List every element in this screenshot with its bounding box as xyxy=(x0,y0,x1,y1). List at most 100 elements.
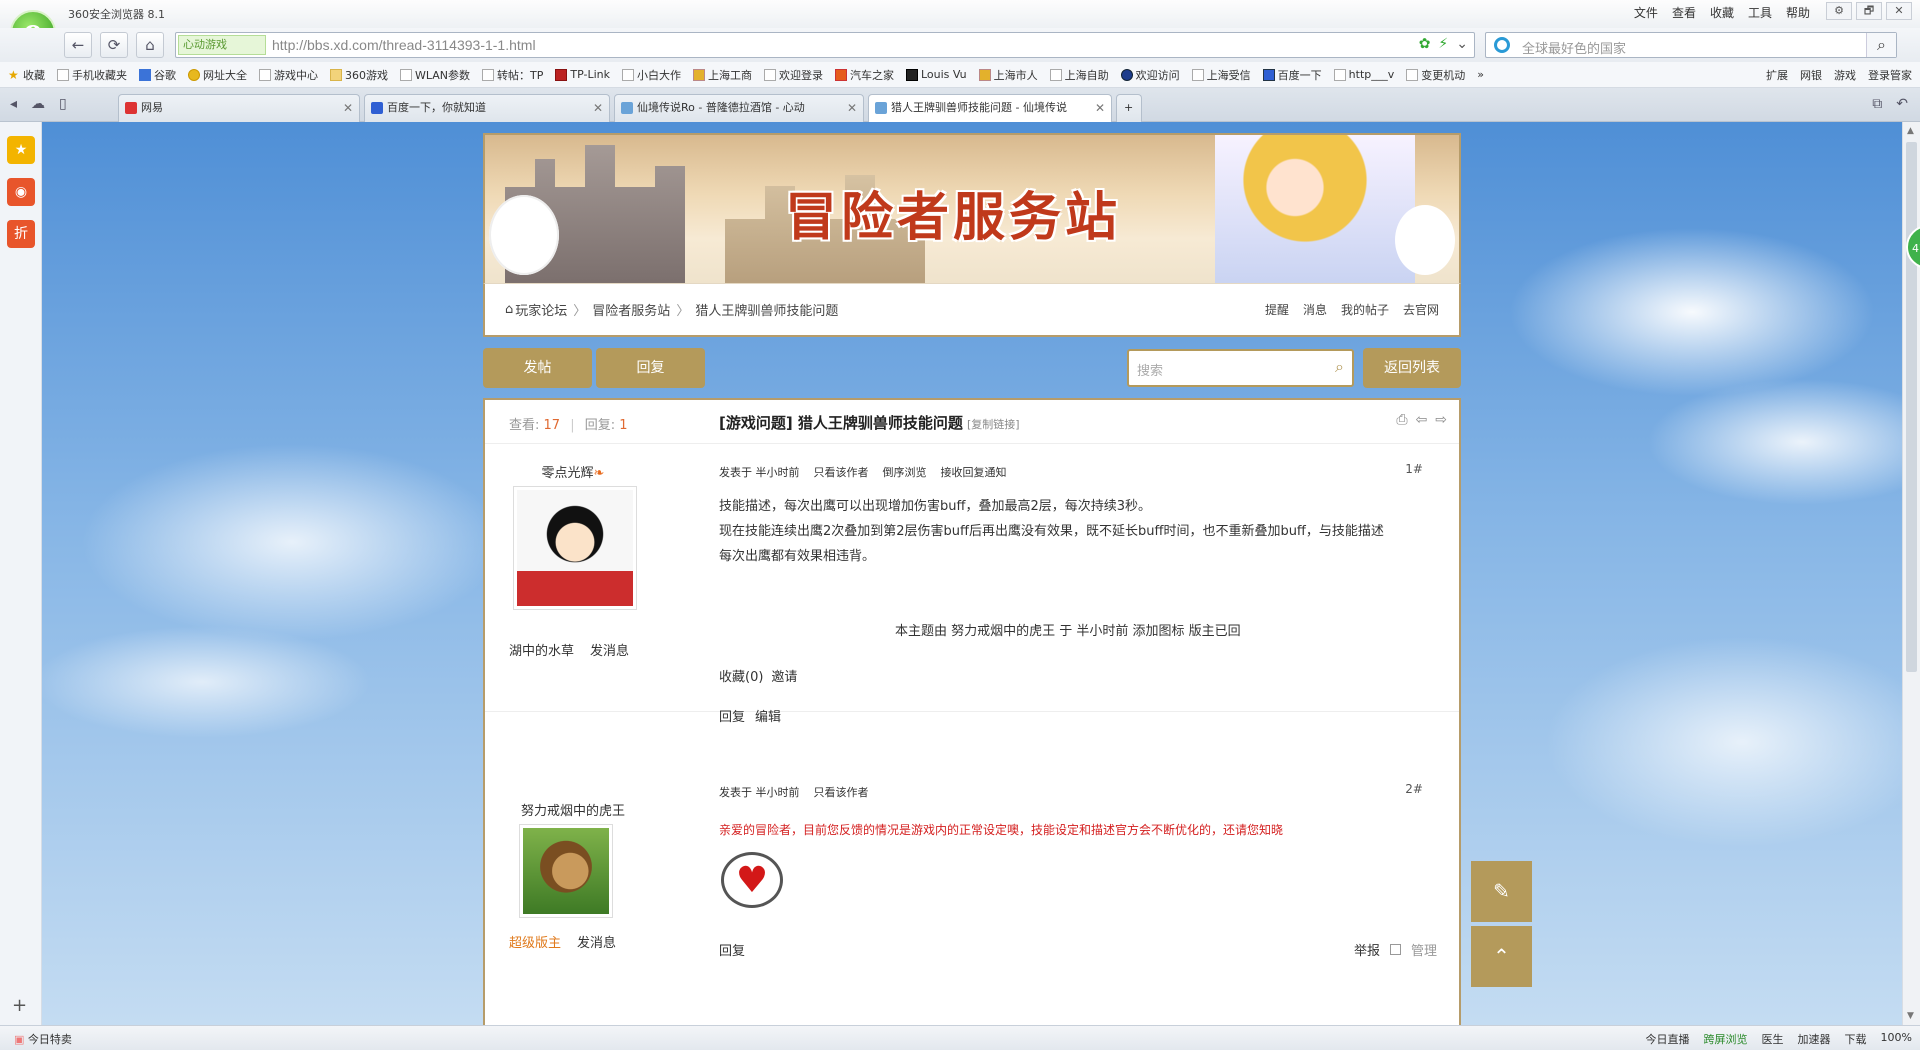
reverse-order-link[interactable]: 倒序浏览 xyxy=(883,464,927,480)
bookmark-item[interactable]: TP-Link xyxy=(555,68,610,81)
back-arrow-icon[interactable]: ← xyxy=(64,32,92,58)
menu-help[interactable]: 帮助 xyxy=(1786,4,1810,21)
new-tab-button[interactable]: + xyxy=(1116,94,1142,122)
tab-ro-tavern[interactable]: 仙境传说Ro - 普隆德拉酒馆 - 心动 ✕ xyxy=(614,94,864,122)
extensions-button[interactable]: 扩展 xyxy=(1766,67,1788,83)
bookmark-item[interactable]: 小白大作 xyxy=(621,67,681,83)
bookmark-item[interactable]: 百度一下 xyxy=(1262,67,1322,83)
search-icon[interactable]: ⌕ xyxy=(1866,33,1896,57)
close-icon[interactable]: ✕ xyxy=(593,95,603,121)
search-engine-icon[interactable] xyxy=(1494,37,1510,53)
reply-link[interactable]: 回复 xyxy=(719,706,745,725)
sidebar-toggle-icon[interactable]: ◂ xyxy=(10,96,17,112)
menu-file[interactable]: 文件 xyxy=(1634,4,1658,21)
doctor-button[interactable]: 医生 xyxy=(1762,1031,1784,1047)
bookmark-item[interactable]: 360游戏 xyxy=(330,67,388,83)
search-box[interactable]: 全球最好色的国家 ⌕ xyxy=(1485,32,1897,58)
copy-link[interactable]: [复制链接] xyxy=(967,418,1020,431)
breadcrumb-board[interactable]: 冒险者服务站 xyxy=(592,300,670,319)
bookmark-item[interactable]: 欢迎登录 xyxy=(763,67,823,83)
bookmark-item[interactable]: 谷歌 xyxy=(139,67,176,83)
bookmark-item[interactable]: WLAN参数 xyxy=(400,67,470,83)
chevron-down-icon[interactable]: ⌄ xyxy=(1456,36,1468,52)
report-link[interactable]: 举报 xyxy=(1354,940,1380,959)
send-message-link[interactable]: 发消息 xyxy=(590,640,629,659)
more-bookmarks-icon[interactable]: » xyxy=(1477,68,1484,81)
undo-icon[interactable]: ↶ xyxy=(1896,96,1908,112)
reply-button[interactable]: 回复 xyxy=(596,348,705,388)
close-icon[interactable]: ✕ xyxy=(1095,95,1105,121)
manage-checkbox[interactable] xyxy=(1389,944,1401,955)
tab-baidu[interactable]: 百度一下，你就知道 ✕ xyxy=(364,94,610,122)
next-thread-icon[interactable]: ⇨ xyxy=(1435,412,1447,428)
weibo-icon[interactable]: ◉ xyxy=(7,178,35,206)
send-message-link[interactable]: 发消息 xyxy=(577,932,616,951)
add-icon[interactable]: + xyxy=(12,995,27,1016)
security-icon[interactable]: ✿ xyxy=(1419,36,1431,52)
ebank-button[interactable]: 网银 xyxy=(1800,67,1822,83)
close-icon[interactable]: ✕ xyxy=(847,95,857,121)
bookmark-item[interactable]: 网址大全 xyxy=(188,67,247,83)
scroll-up-icon[interactable]: ▲ xyxy=(1907,126,1914,136)
floor-number[interactable]: 1# xyxy=(1405,462,1423,476)
bookmark-item[interactable]: ★ 收藏 xyxy=(8,67,45,83)
avatar[interactable] xyxy=(513,486,637,610)
back-to-top-icon[interactable]: ⌃ xyxy=(1471,926,1532,987)
site-badge[interactable]: 心动游戏 xyxy=(178,35,266,55)
bookmark-item[interactable]: 转帖：TP xyxy=(482,67,543,83)
author-name[interactable]: 零点光辉❧ xyxy=(509,462,637,481)
tab-list-icon[interactable]: ⧉ xyxy=(1872,96,1882,112)
author-name[interactable]: 努力戒烟中的虎王 xyxy=(509,800,637,819)
daily-deals-link[interactable]: ▣ 今日特卖 xyxy=(14,1031,72,1047)
cloud-icon[interactable]: ☁ xyxy=(31,96,45,112)
speed-icon[interactable]: ⚡ xyxy=(1438,36,1448,52)
menu-favorites[interactable]: 收藏 xyxy=(1710,4,1734,21)
prev-thread-icon[interactable]: ⇦ xyxy=(1416,412,1428,428)
home-icon[interactable]: ⌂ xyxy=(136,32,164,58)
bookmark-item[interactable]: http___v xyxy=(1333,68,1394,81)
quick-edit-icon[interactable]: ✎ xyxy=(1471,861,1532,922)
new-post-button[interactable]: 发帖 xyxy=(483,348,592,388)
login-manager-button[interactable]: 登录管家 xyxy=(1868,67,1912,83)
messages-link[interactable]: 消息 xyxy=(1303,301,1327,318)
skin-button[interactable]: ⚙ xyxy=(1826,2,1852,20)
search-input[interactable]: 全球最好色的国家 xyxy=(1522,38,1626,57)
breadcrumb-thread[interactable]: 猎人王牌驯兽师技能问题 xyxy=(695,300,838,319)
bookmark-item[interactable]: 上海自助 xyxy=(1049,67,1109,83)
discount-icon[interactable]: 折 xyxy=(7,220,35,248)
accelerator-button[interactable]: 加速器 xyxy=(1798,1031,1831,1047)
favorite-link[interactable]: 收藏(0) xyxy=(719,666,763,685)
menu-tools[interactable]: 工具 xyxy=(1748,4,1772,21)
bookmark-item[interactable]: 上海受信 xyxy=(1191,67,1251,83)
refresh-icon[interactable]: ⟳ xyxy=(100,32,128,58)
close-icon[interactable]: ✕ xyxy=(343,95,353,121)
tab-netease[interactable]: 网易 ✕ xyxy=(118,94,360,122)
download-button[interactable]: 下载 xyxy=(1845,1031,1867,1047)
notify-link[interactable]: 提醒 xyxy=(1265,301,1289,318)
address-bar[interactable]: 心动游戏 http://bbs.xd.com/thread-3114393-1-… xyxy=(175,32,1475,58)
live-button[interactable]: 今日直播 xyxy=(1646,1031,1690,1047)
menu-view[interactable]: 查看 xyxy=(1672,4,1696,21)
list-icon[interactable]: ▯ xyxy=(59,96,67,112)
tab-current-thread[interactable]: 猎人王牌驯兽师技能问题 - 仙境传说 ✕ xyxy=(868,94,1112,123)
restore-button[interactable]: 🗗 xyxy=(1856,2,1882,20)
official-site-link[interactable]: 去官网 xyxy=(1403,301,1439,318)
floor-number[interactable]: 2# xyxy=(1405,782,1423,796)
edit-link[interactable]: 编辑 xyxy=(755,706,781,725)
my-posts-link[interactable]: 我的帖子 xyxy=(1341,301,1389,318)
scroll-thumb[interactable] xyxy=(1906,142,1917,672)
reply-notify-link[interactable]: 接收回复通知 xyxy=(941,464,1007,480)
zoom-level[interactable]: 100% xyxy=(1881,1031,1912,1047)
bookmark-item[interactable]: 欢迎访问 xyxy=(1120,67,1180,83)
url-text[interactable]: http://bbs.xd.com/thread-3114393-1-1.htm… xyxy=(272,37,536,53)
bookmark-item[interactable]: 变更机动 xyxy=(1406,67,1465,83)
scroll-down-icon[interactable]: ▼ xyxy=(1907,1011,1914,1021)
back-to-list-button[interactable]: 返回列表 xyxy=(1363,348,1461,388)
bookmark-item[interactable]: 游戏中心 xyxy=(259,67,318,83)
search-icon[interactable]: ⌕ xyxy=(1335,357,1344,377)
bookmark-item[interactable]: 汽车之家 xyxy=(834,67,894,83)
bookmark-item[interactable]: 手机收藏夹 xyxy=(57,67,127,83)
only-author-link[interactable]: 只看该作者 xyxy=(814,784,869,800)
breadcrumb-forum[interactable]: 玩家论坛 xyxy=(515,300,567,319)
games-button[interactable]: 游戏 xyxy=(1834,67,1856,83)
